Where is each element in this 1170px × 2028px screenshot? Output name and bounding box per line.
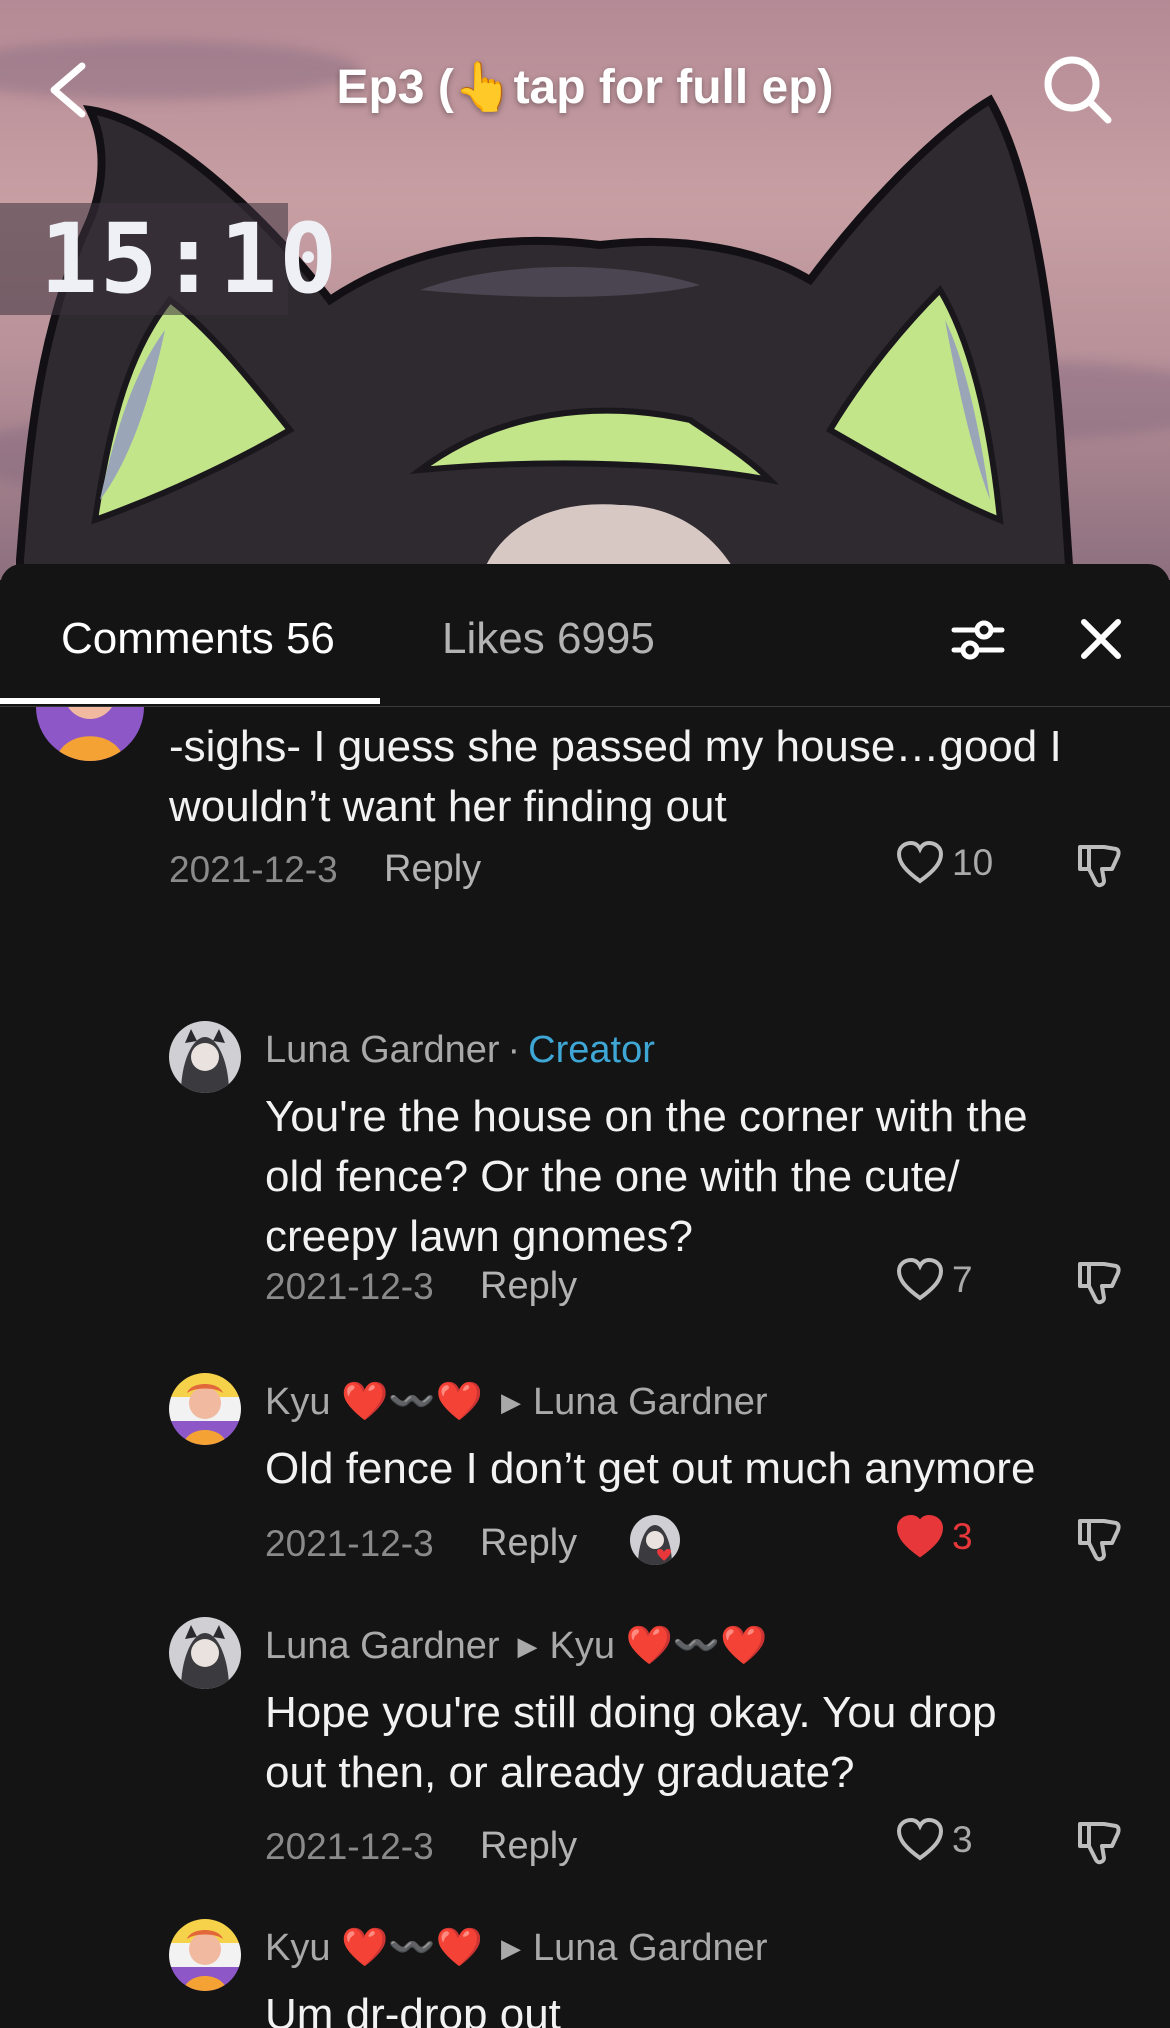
comment-item: Kyu ❤️〰️❤️ ▶ Luna Gardner Old fence I do… [0, 1287, 1170, 1565]
separator-dot: · [507, 1029, 521, 1071]
comment-author[interactable]: Kyu ❤️〰️❤️ [265, 1380, 483, 1424]
like-button[interactable]: 10 [896, 841, 993, 885]
comment-text-line: You're the house on the corner with the [265, 1092, 1028, 1141]
comment-text-line: wouldn’t want her finding out [169, 782, 727, 831]
comment-item: Kyu ❤️〰️❤️ ▶ Luna Gardner Um dr-drop out [0, 1833, 1170, 2028]
comment-author-row: Kyu ❤️〰️❤️ ▶ Luna Gardner [265, 1926, 767, 1970]
comment-author[interactable]: Luna Gardner [265, 1029, 500, 1072]
like-count: 10 [952, 842, 994, 883]
comment-text: Old fence I don’t get out much anymore [265, 1439, 1145, 1499]
tab-bar: Comments 56 Likes 6995 [0, 564, 1170, 707]
comment-text-line: -sighs- I guess she passed my house…good… [169, 722, 1062, 771]
timer-text: 15:10 [40, 203, 339, 315]
tab-comments[interactable]: Comments 56 [61, 614, 335, 664]
comment-text-line: out then, or already graduate? [265, 1748, 855, 1797]
comments-sheet: Comments 56 Likes 6995 -sighs- I guess s… [0, 564, 1170, 2028]
active-tab-indicator [0, 698, 380, 704]
reply-to-user[interactable]: Luna Gardner [533, 1927, 768, 1970]
tab-likes[interactable]: Likes 6995 [442, 614, 655, 664]
reply-to-user[interactable]: Kyu ❤️〰️❤️ [550, 1624, 768, 1668]
comment-date: 2021-12-3 [169, 849, 338, 890]
comment-author[interactable]: Luna Gardner [265, 1625, 500, 1668]
avatar[interactable] [169, 1021, 241, 1093]
comment-text-line: old fence? Or the one with the cute/ [265, 1152, 960, 1201]
avatar[interactable] [169, 1617, 241, 1689]
reply-arrow-icon: ▶ [500, 1932, 521, 1963]
avatar[interactable] [169, 1373, 241, 1445]
dislike-icon[interactable] [1076, 843, 1122, 889]
close-icon[interactable] [1076, 614, 1126, 664]
video-background[interactable]: Ep3 (👆tap for full ep) 15:10 [0, 0, 1170, 580]
comment-text: You're the house on the corner with the … [265, 1087, 1145, 1267]
comment-text: -sighs- I guess she passed my house…good… [169, 717, 1129, 837]
comment-item: Luna Gardner · Creator You're the house … [0, 937, 1170, 1307]
search-icon[interactable] [1040, 52, 1116, 128]
filter-sliders-icon[interactable] [950, 612, 1006, 668]
reply-arrow-icon: ▶ [517, 1630, 538, 1661]
video-timer: 15:10 [0, 203, 337, 315]
comment-item: Luna Gardner ▶ Kyu ❤️〰️❤️ Hope you're st… [0, 1531, 1170, 1867]
comment-text: Um dr-drop out [265, 1985, 1145, 2028]
avatar[interactable] [169, 1919, 241, 1991]
reply-to-user[interactable]: Luna Gardner [533, 1381, 768, 1424]
comment-list[interactable]: -sighs- I guess she passed my house…good… [0, 707, 1170, 2028]
comment-item: -sighs- I guess she passed my house…good… [0, 707, 1170, 937]
reply-button[interactable]: Reply [384, 848, 481, 891]
comment-author-row: Luna Gardner ▶ Kyu ❤️〰️❤️ [265, 1624, 767, 1668]
comment-text: Hope you're still doing okay. You drop o… [265, 1683, 1145, 1803]
comment-text-line: creepy lawn gnomes? [265, 1212, 694, 1261]
heart-icon [896, 841, 944, 884]
comment-text-line: Hope you're still doing okay. You drop [265, 1688, 997, 1737]
comment-author-row: Kyu ❤️〰️❤️ ▶ Luna Gardner [265, 1380, 767, 1424]
comment-text-line: Um dr-drop out [265, 1990, 561, 2028]
reply-arrow-icon: ▶ [500, 1386, 521, 1417]
comment-text-line: Old fence I don’t get out much anymore [265, 1444, 1036, 1493]
comment-author[interactable]: Kyu ❤️〰️❤️ [265, 1926, 483, 1970]
page-title[interactable]: Ep3 (👆tap for full ep) [0, 58, 1170, 115]
top-bar: Ep3 (👆tap for full ep) [0, 40, 1170, 140]
avatar[interactable] [36, 707, 144, 761]
comment-author-row: Luna Gardner · Creator [265, 1029, 655, 1072]
creator-badge: Creator [528, 1029, 655, 1071]
